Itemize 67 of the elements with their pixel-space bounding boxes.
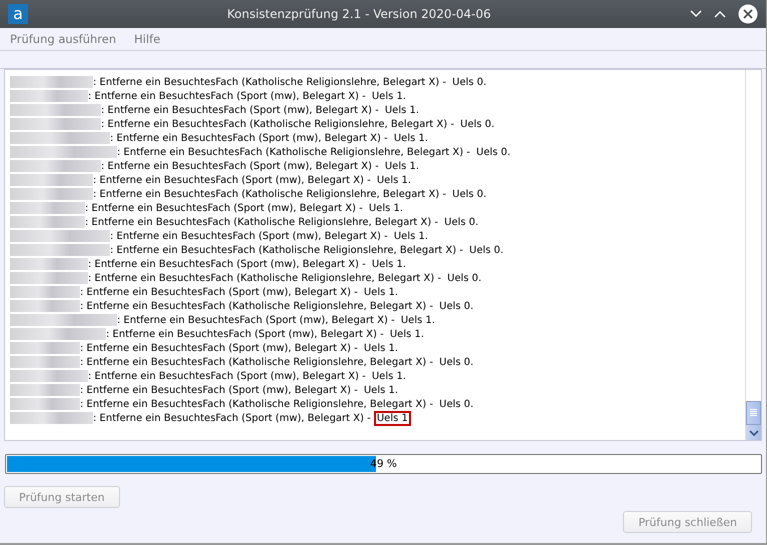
log-message: : Entferne ein BesuchtesFach (Katholische Religionslehre, Belegart X) - xyxy=(85,216,440,228)
redacted-name xyxy=(10,300,80,312)
menu-item[interactable]: Hilfe xyxy=(134,32,160,46)
redacted-name xyxy=(10,356,80,368)
log-message: : Entferne ein BesuchtesFach (Sport (mw), Belegart X) - xyxy=(80,342,359,354)
log-message: : Entferne ein BesuchtesFach (Sport (mw), Belegart X) - xyxy=(101,160,380,172)
log-result: Uels 1. xyxy=(362,286,400,300)
scroll-down-button[interactable] xyxy=(746,425,761,440)
log-message: : Entferne ein BesuchtesFach (Sport (mw), Belegart X) - xyxy=(101,104,380,116)
log-result: Uels 1. xyxy=(376,174,412,188)
log-result: Uels 1. xyxy=(392,230,430,244)
log-message: : Entferne ein BesuchtesFach (Katholische Religionslehre, Belegart X) - xyxy=(80,300,434,312)
log-message: : Entferne ein BesuchtesFach (Sport (mw), Belegart X) - xyxy=(93,174,372,186)
redacted-name xyxy=(10,384,80,396)
maximize-icon[interactable] xyxy=(714,10,726,18)
log-message: : Entferne ein BesuchtesFach (Sport (mw), Belegart X) - xyxy=(85,202,364,214)
redacted-name xyxy=(10,286,80,298)
scrollbar-thumb[interactable] xyxy=(746,401,761,425)
log-message: : Entferne ein BesuchtesFach (Sport (mw), Belegart X) - xyxy=(88,258,367,270)
redacted-name xyxy=(10,342,80,354)
log-message: : Entferne ein BesuchtesFach (Sport (mw), Belegart X) - xyxy=(110,132,389,144)
log-result: Uels 1 xyxy=(374,410,411,426)
log-result: Uels 0. xyxy=(459,118,496,132)
redacted-name xyxy=(10,398,80,410)
log-result: Uels 0. xyxy=(443,216,480,230)
log-message: : Entferne ein BesuchtesFach (Sport (mw), Belegart X) - xyxy=(110,230,389,242)
log-result: Uels 0. xyxy=(468,244,504,258)
log-result: Uels 0. xyxy=(438,300,474,314)
scrollbar[interactable] xyxy=(745,70,761,440)
chevron-down-icon xyxy=(748,430,758,436)
log-result: Uels 1. xyxy=(384,160,420,174)
log-message: : Entferne ein BesuchtesFach (Sport (mw), Belegart X) - xyxy=(88,370,367,382)
log-result: Uels 1. xyxy=(400,314,436,328)
log-result: Uels 0. xyxy=(446,272,482,286)
log-message: : Entferne ein BesuchtesFach (Katholische Religionslehre, Belegart X) - xyxy=(93,188,448,200)
log-result: Uels 1. xyxy=(384,104,420,118)
log-message: : Entferne ein BesuchtesFach (Katholische Religionslehre, Belegart X) - xyxy=(117,146,472,158)
log-result: Uels 0. xyxy=(438,398,474,412)
window-title: Konsistenzprüfung 2.1 - Version 2020-04-06 xyxy=(226,7,492,21)
log-result: Uels 0. xyxy=(438,356,474,370)
log-result: Uels 1. xyxy=(392,132,430,146)
menu-item[interactable]: Prüfung ausführen xyxy=(10,32,116,46)
log-result: Uels 1. xyxy=(370,370,408,384)
log-message: : Entferne ein BesuchtesFach (Sport (mw), Belegart X) - xyxy=(80,384,359,396)
log-message: : Entferne ein BesuchtesFach (Katholische Religionslehre, Belegart X) - xyxy=(110,244,464,256)
log-message: : Entferne ein BesuchtesFach (Sport (mw), Belegart X) - xyxy=(88,90,367,102)
log-message: : Entferne ein BesuchtesFach (Katholische Religionslehre, Belegart X) - xyxy=(88,272,442,284)
minimize-icon[interactable] xyxy=(690,10,702,18)
log-result: Uels 1. xyxy=(370,90,408,104)
log-message: : Entferne ein BesuchtesFach (Sport (mw), Belegart X) - xyxy=(117,314,396,326)
log-result: Uels 0. xyxy=(451,188,488,202)
log-message: : Entferne ein BesuchtesFach (Katholische Religionslehre, Belegart X) - xyxy=(93,76,448,88)
log-result: Uels 1. xyxy=(388,328,426,342)
log-result: Uels 0. xyxy=(451,76,488,90)
log-result: Uels 0. xyxy=(475,146,512,160)
log-message: : Entferne ein BesuchtesFach (Katholische Religionslehre, Belegart X) - xyxy=(80,398,434,410)
log-result: Uels 1. xyxy=(370,258,408,272)
log-result: Uels 1. xyxy=(362,342,400,356)
log-message: : Entferne ein BesuchtesFach (Katholische Religionslehre, Belegart X) - xyxy=(101,118,456,130)
close-icon[interactable] xyxy=(738,4,758,24)
log-message: : Entferne ein BesuchtesFach (Sport (mw), Belegart X) - xyxy=(80,286,359,298)
log-message: : Entferne ein BesuchtesFach (Sport (mw), Belegart X) - xyxy=(106,328,385,340)
app-logo-icon: a xyxy=(8,4,28,24)
log-result: Uels 1. xyxy=(362,384,400,398)
log-result: Uels 1. xyxy=(368,202,404,216)
log-message: : Entferne ein BesuchtesFach (Katholische Religionslehre, Belegart X) - xyxy=(80,356,434,368)
log-message: : Entferne ein BesuchtesFach (Sport (mw), Belegart X) - xyxy=(93,412,372,424)
